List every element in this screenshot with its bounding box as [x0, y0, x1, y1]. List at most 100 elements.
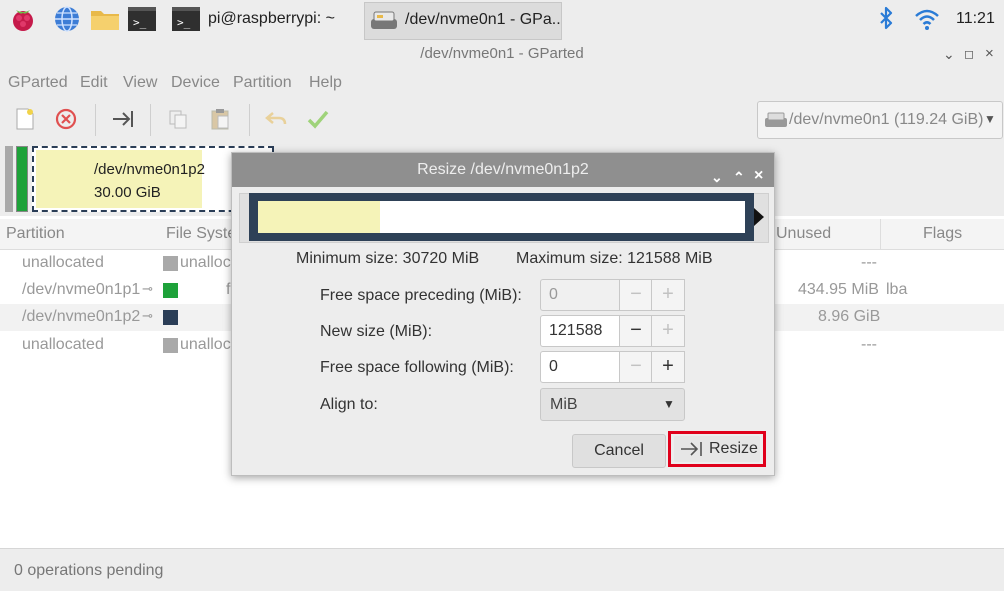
- column-divider: [880, 219, 881, 249]
- dialog-close-icon[interactable]: ×: [754, 159, 763, 192]
- ext4-color-swatch: [163, 310, 178, 325]
- row-partition: unallocated: [22, 336, 104, 353]
- row-partition: unallocated: [22, 254, 104, 271]
- dialog-minimize-icon[interactable]: ⌄: [711, 161, 723, 194]
- resize-move-icon[interactable]: [110, 106, 136, 132]
- menu-gparted[interactable]: GParted: [8, 74, 68, 92]
- window-title: /dev/nvme0n1 - GParted: [420, 45, 584, 62]
- taskbar: >_ >_ pi@raspberrypi: ~ /dev/nvme0n1 - G…: [0, 0, 1004, 40]
- paste-icon[interactable]: [207, 106, 233, 132]
- menu-bar: GParted Edit View Device Partition Help: [0, 70, 1004, 98]
- terminal-icon[interactable]: >_: [127, 5, 157, 33]
- device-selector-label: /dev/nvme0n1 (119.24 GiB): [789, 111, 984, 128]
- wifi-icon[interactable]: [912, 5, 942, 33]
- disk-icon: [764, 111, 788, 129]
- resize-dialog: Resize /dev/nvme0n1p2 ⌄ ⌃ × Minimum size…: [231, 152, 775, 476]
- row-unused: 8.96 GiB: [818, 308, 881, 325]
- copy-icon[interactable]: [165, 106, 191, 132]
- apply-icon[interactable]: [305, 106, 331, 132]
- unallocated-segment[interactable]: [5, 146, 13, 212]
- free-following-label: Free space following (MiB):: [320, 359, 514, 376]
- row-filesystem: f: [226, 281, 231, 298]
- resize-button-label: Resize: [709, 440, 758, 457]
- maximum-size-label: Maximum size: 121588 MiB: [516, 250, 713, 267]
- gparted-task-label: /dev/nvme0n1 - GPa..: [405, 11, 561, 28]
- menu-view[interactable]: View: [123, 74, 157, 92]
- fat32-color-swatch: [163, 283, 178, 298]
- free-preceding-increment-button[interactable]: +: [651, 279, 685, 311]
- device-selector[interactable]: /dev/nvme0n1 (119.24 GiB) ▼: [757, 101, 1003, 139]
- align-to-label: Align to:: [320, 396, 378, 413]
- status-bar: 0 operations pending: [0, 548, 1004, 591]
- terminal-task-icon[interactable]: >_: [171, 5, 201, 33]
- col-partition[interactable]: Partition: [6, 225, 65, 243]
- file-manager-icon[interactable]: [89, 5, 119, 33]
- align-to-select[interactable]: MiB ▼: [540, 388, 685, 421]
- new-partition-icon[interactable]: [12, 106, 38, 132]
- chevron-down-icon: ▼: [663, 397, 675, 411]
- row-partition: /dev/nvme0n1p2: [22, 308, 141, 325]
- menu-edit[interactable]: Edit: [80, 74, 108, 92]
- row-filesystem: unalloc: [180, 336, 231, 353]
- row-filesystem: unalloc: [180, 254, 231, 271]
- row-unused: 434.95 MiB: [798, 281, 879, 298]
- toolbar-separator: [249, 104, 250, 136]
- segment-partition-name: /dev/nvme0n1p2: [94, 161, 205, 178]
- gparted-task-icon: [369, 9, 399, 33]
- minimum-size-label: Minimum size: 30720 MiB: [296, 250, 480, 267]
- free-following-spinner: 0 − +: [540, 351, 685, 383]
- used-space-fill: [258, 201, 380, 233]
- web-browser-icon[interactable]: [52, 5, 82, 33]
- menu-partition[interactable]: Partition: [233, 74, 292, 92]
- terminal-task-label[interactable]: pi@raspberrypi: ~: [208, 10, 335, 28]
- maximize-icon[interactable]: ◻: [964, 40, 974, 68]
- close-window-icon[interactable]: ×: [985, 40, 994, 68]
- new-size-decrement-button[interactable]: −: [619, 315, 653, 347]
- resize-button[interactable]: Resize: [674, 436, 760, 462]
- chevron-down-icon: ▼: [984, 112, 996, 126]
- free-following-increment-button[interactable]: +: [651, 351, 685, 383]
- dialog-title-bar: Resize /dev/nvme0n1p2 ⌄ ⌃ ×: [232, 153, 774, 187]
- key-icon: ⊸: [142, 308, 153, 323]
- segment-partition-size: 30.00 GiB: [94, 184, 161, 201]
- cancel-button[interactable]: Cancel: [572, 434, 666, 468]
- bluetooth-icon[interactable]: [873, 5, 903, 33]
- row-flags: lba: [886, 281, 908, 298]
- col-filesystem[interactable]: File Syste: [166, 225, 236, 243]
- row-unused: ---: [861, 254, 877, 271]
- partition-resize-bar[interactable]: [249, 193, 754, 241]
- menu-help[interactable]: Help: [309, 74, 342, 92]
- col-flags[interactable]: Flags: [923, 225, 962, 243]
- resize-arrow-icon: [680, 440, 704, 458]
- delete-partition-icon[interactable]: [53, 106, 79, 132]
- minimize-icon[interactable]: ⌄: [943, 40, 955, 68]
- partition-space-area: [258, 201, 745, 233]
- resize-handle-arrow-icon[interactable]: [754, 208, 764, 226]
- new-size-increment-button[interactable]: +: [651, 315, 685, 347]
- toolbar-separator: [95, 104, 96, 136]
- unallocated-color-swatch: [163, 256, 178, 271]
- free-preceding-spinner: 0 − +: [540, 279, 685, 311]
- raspberry-menu-icon[interactable]: [8, 5, 38, 33]
- free-following-decrement-button[interactable]: −: [619, 351, 653, 383]
- col-unused[interactable]: Unused: [776, 225, 831, 243]
- align-to-value: MiB: [550, 396, 578, 413]
- free-preceding-input[interactable]: 0: [540, 279, 628, 311]
- partition1-segment[interactable]: [16, 146, 28, 212]
- new-size-spinner: 121588 − +: [540, 315, 685, 347]
- window-title-bar: /dev/nvme0n1 - GParted ⌄ ◻ ×: [0, 40, 1004, 70]
- dialog-title: Resize /dev/nvme0n1p2: [417, 161, 589, 178]
- free-preceding-decrement-button[interactable]: −: [619, 279, 653, 311]
- toolbar-separator: [150, 104, 151, 136]
- unallocated-color-swatch: [163, 338, 178, 353]
- free-preceding-label: Free space preceding (MiB):: [320, 287, 522, 304]
- free-following-input[interactable]: 0: [540, 351, 628, 383]
- key-icon: ⊸: [142, 281, 153, 296]
- gparted-task-button[interactable]: /dev/nvme0n1 - GPa..: [364, 2, 562, 40]
- undo-icon[interactable]: [263, 106, 289, 132]
- svg-text:>_: >_: [177, 16, 191, 29]
- dialog-maximize-icon[interactable]: ⌃: [733, 161, 745, 194]
- status-text: 0 operations pending: [14, 562, 164, 579]
- new-size-input[interactable]: 121588: [540, 315, 628, 347]
- menu-device[interactable]: Device: [171, 74, 220, 92]
